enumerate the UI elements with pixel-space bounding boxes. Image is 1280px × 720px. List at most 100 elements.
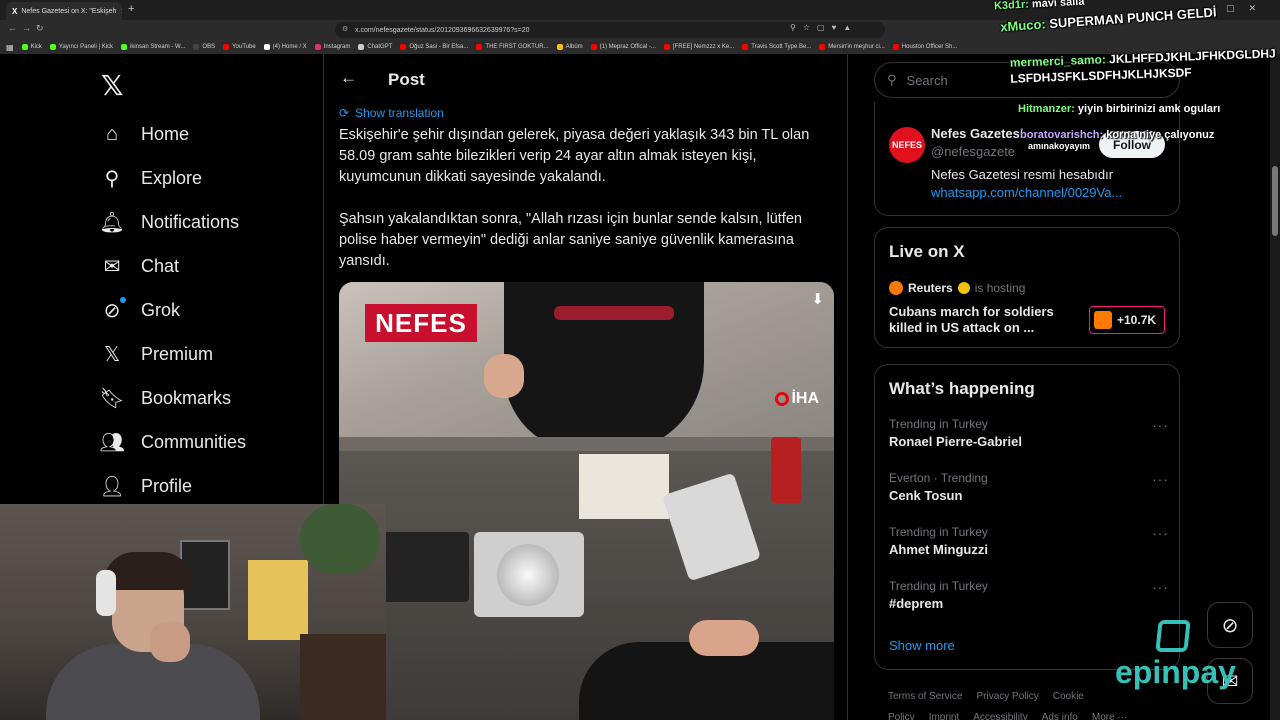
- close-tab-icon[interactable]: ✕: [120, 7, 122, 16]
- live-avatar-icon: [1094, 311, 1112, 329]
- download-icon[interactable]: ⬇: [811, 290, 824, 308]
- notification-dot: [120, 297, 126, 303]
- new-tab-button[interactable]: +: [128, 3, 134, 15]
- video-scale-dish: [497, 544, 559, 606]
- nav-item-label: Grok: [141, 299, 181, 320]
- bookmark-item[interactable]: YouTube: [223, 44, 256, 50]
- search-icon: ⚲: [104, 167, 120, 190]
- nav-item-home[interactable]: ⌂ Home: [100, 112, 246, 156]
- apps-icon[interactable]: ▦: [6, 43, 14, 52]
- trend-item[interactable]: Trending in Turkey Ronael Pierre-Gabriel ·…: [889, 417, 1169, 449]
- trend-item[interactable]: Everton · Trending Cenk Tosun ···: [889, 471, 1169, 503]
- bookmark-item[interactable]: Mersin'in meşhur ci...: [819, 44, 885, 50]
- chat-text: SUPERMAN PUNCH GELDİ: [1048, 4, 1217, 32]
- chat-message: Hitmanzer: yiyin birbirinizi amk oguları: [1018, 103, 1220, 115]
- chat-username: K3d1r:: [993, 0, 1030, 13]
- nav-item-explore[interactable]: ⚲ Explore: [100, 156, 246, 200]
- nav-item-premium[interactable]: 𝕏 Premium: [100, 332, 246, 376]
- more-options-icon[interactable]: ···: [1152, 579, 1169, 595]
- live-host[interactable]: Reuters is hosting: [889, 281, 1025, 295]
- footer-link[interactable]: More ···: [1092, 712, 1128, 720]
- chat-username: Hitmanzer:: [1018, 103, 1075, 115]
- more-options-icon[interactable]: ···: [1152, 417, 1169, 433]
- nav-item-profile[interactable]: 👤︎ Profile: [99, 464, 246, 508]
- bookmark-item[interactable]: THE FIRST GOKTUR...: [476, 44, 549, 50]
- bio-link[interactable]: whatsapp.com/channel/0029Va...: [931, 184, 1122, 202]
- tweet-video[interactable]: NEFES İHA ⬇: [339, 282, 834, 720]
- bookmark-item[interactable]: (1) Mepraz Offical -...: [590, 44, 656, 50]
- video-glass-edge: [339, 437, 834, 451]
- live-title: Live on X: [889, 242, 965, 261]
- bookmark-item[interactable]: Kick: [21, 44, 42, 50]
- nav-item-label: Chat: [141, 255, 180, 276]
- forward-nav-icon[interactable]: →: [22, 23, 31, 33]
- nav-item-bookmarks[interactable]: 🔖︎ Bookmarks: [99, 376, 246, 420]
- scroll-thumb[interactable]: [1272, 166, 1278, 236]
- bookmark-item[interactable]: Albüm: [556, 44, 583, 50]
- site-info-icon[interactable]: ⚙: [342, 25, 348, 33]
- footer-link[interactable]: Privacy Policy: [976, 691, 1038, 702]
- bookmark-item[interactable]: Houston Officer Sh...: [892, 44, 957, 50]
- nefes-logo: NEFES: [365, 304, 477, 342]
- back-arrow-icon[interactable]: ←: [340, 68, 357, 88]
- bookmark-favicon-icon: [21, 44, 28, 50]
- hosting-label: is hosting: [974, 281, 1026, 295]
- bookmark-item[interactable]: (4) Home / X: [263, 44, 307, 50]
- show-translation-link[interactable]: ⟳ Show translation: [339, 106, 444, 120]
- x-logo-icon[interactable]: 𝕏: [101, 69, 124, 102]
- nav-item-communities[interactable]: 👥︎ Communities: [99, 420, 246, 464]
- live-stream-title[interactable]: Cubans march for soldiers killed in US a…: [889, 304, 1079, 336]
- toolbar-icons[interactable]: ⚲☆▢♥▲: [790, 23, 858, 32]
- bookmark-item[interactable]: [FREE] Nemzzz x Ke...: [663, 44, 734, 50]
- trend-name: Ahmet Minguzzi: [889, 542, 988, 557]
- bookmark-item[interactable]: Oğuz Sasi - Bir Efsa...: [400, 44, 468, 50]
- video-person-collar: [554, 306, 674, 320]
- home-icon: ⌂: [105, 122, 119, 145]
- primary-nav: ⌂ Home ⚲ Explore 🔔︎ Notifications ✉ Chat ⊘ Grok 𝕏 P…: [99, 112, 246, 508]
- more-options-icon[interactable]: ···: [1152, 471, 1169, 487]
- reload-icon[interactable]: ↻: [36, 23, 44, 34]
- trend-meta: Trending in Turkey: [889, 579, 988, 593]
- trend-item[interactable]: Trending in Turkey #deprem ···: [889, 579, 1169, 611]
- trend-item[interactable]: Trending in Turkey Ahmet Minguzzi ···: [889, 525, 1169, 557]
- footer-link[interactable]: Ads info: [1042, 712, 1078, 720]
- trend-name: Cenk Tosun: [889, 488, 963, 503]
- bookmark-item[interactable]: ChatGPT: [358, 44, 392, 50]
- footer-link[interactable]: Terms of Service: [888, 691, 962, 702]
- bookmark-label: THE FIRST GOKTUR...: [485, 44, 549, 50]
- live-listeners[interactable]: +10.7K: [1089, 306, 1165, 334]
- bookmark-item[interactable]: Instagram: [314, 44, 350, 50]
- nav-item-chat[interactable]: ✉ Chat: [100, 244, 246, 288]
- nav-item-grok[interactable]: ⊘ Grok: [100, 288, 246, 332]
- listener-count: +10.7K: [1117, 313, 1157, 327]
- chat-username: xMuco:: [999, 16, 1047, 35]
- video-paper: [579, 454, 669, 519]
- bookmark-item[interactable]: OBS: [193, 44, 215, 50]
- tweet-text: Eskişehir'e şehir dışından gelerek, piya…: [339, 125, 839, 272]
- nav-item-label: Explore: [141, 167, 203, 188]
- footer-link[interactable]: Accessibility: [973, 712, 1027, 720]
- reuters-logo-icon: [889, 281, 903, 295]
- iha-logo: İHA: [775, 390, 819, 408]
- more-options-icon[interactable]: ···: [1152, 525, 1169, 541]
- bookmark-favicon-icon: [663, 44, 670, 50]
- browser-tab[interactable]: X Nefes Gazetesi on X: "Eskişeh ✕: [6, 2, 122, 20]
- avatar[interactable]: NEFES: [889, 127, 925, 163]
- video-fingers: [689, 620, 759, 656]
- bookmark-item[interactable]: Travis Scott Type Be...: [742, 44, 811, 50]
- bio-text: Nefes Gazetesi resmi hesabıdır: [931, 167, 1114, 182]
- bookmark-favicon-icon: [314, 44, 321, 50]
- show-more-link[interactable]: Show more: [889, 638, 955, 653]
- footer-link[interactable]: Imprint: [929, 712, 960, 720]
- profile-bio: Nefes Gazetesi resmi hesabıdır whatsapp.…: [931, 166, 1122, 202]
- nav-item-notifications[interactable]: 🔔︎ Notifications: [99, 200, 246, 244]
- bookmark-item[interactable]: Yayıncı Paneli | Kick: [49, 44, 113, 50]
- streamer-webcam: [0, 504, 386, 720]
- bookmark-item[interactable]: ikinsan Stream - W...: [121, 44, 185, 50]
- tweet-paragraph: Şahsın yakalandıktan sonra, "Allah rızas…: [339, 211, 802, 269]
- post-header: ← Post: [324, 54, 849, 106]
- bookmark-label: Albüm: [565, 44, 583, 50]
- show-translation-label: Show translation: [355, 106, 444, 120]
- bookmark-favicon-icon: [590, 44, 597, 50]
- back-nav-icon[interactable]: ←: [8, 23, 17, 33]
